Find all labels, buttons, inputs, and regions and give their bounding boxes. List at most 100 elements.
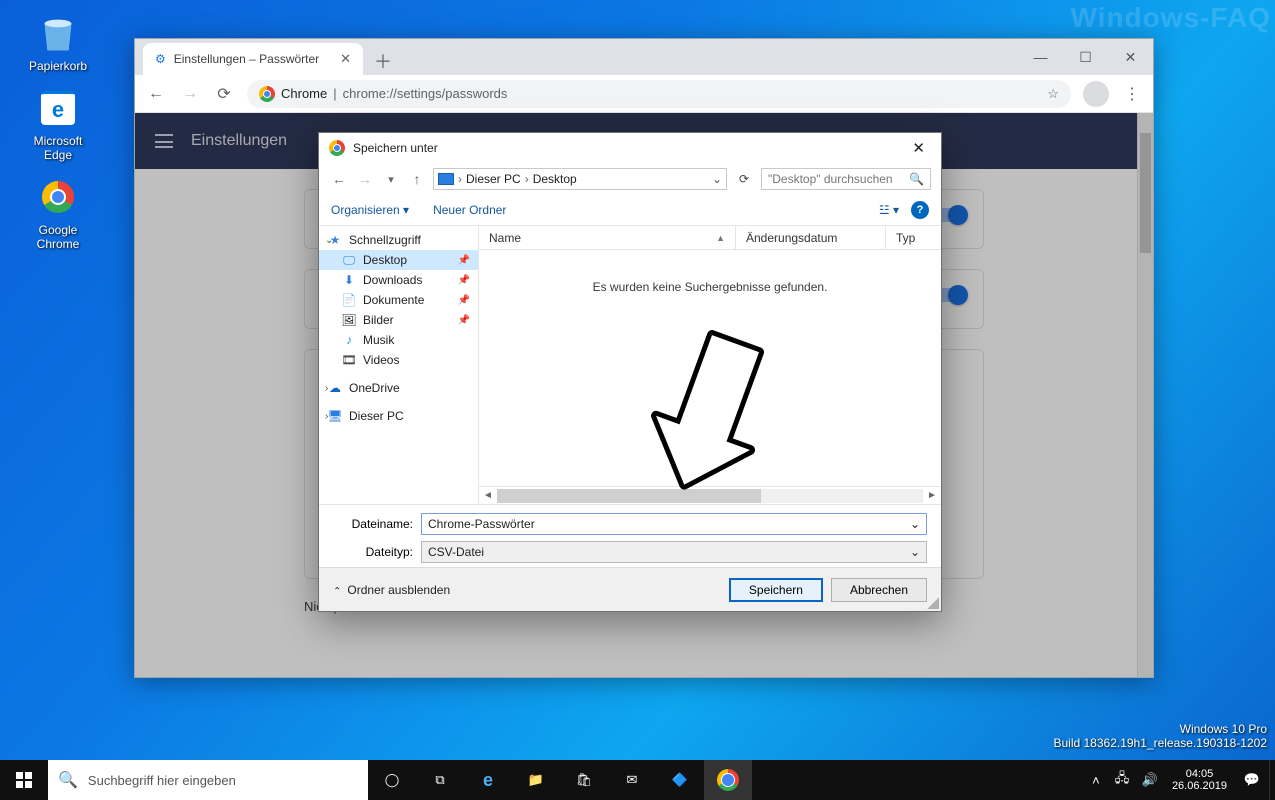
scroll-right-icon[interactable]: ►	[923, 490, 941, 501]
tray-overflow-button[interactable]: ˄	[1084, 760, 1108, 800]
taskbar-app-generic[interactable]: 🔷	[656, 760, 704, 800]
tree-thispc[interactable]: ›🖥Dieser PC	[319, 406, 478, 426]
tree-pictures[interactable]: 🖼Bilder📌	[319, 310, 478, 330]
chevron-down-icon[interactable]: ⌄	[910, 517, 920, 531]
taskbar-app-mail[interactable]: ✉	[608, 760, 656, 800]
new-tab-button[interactable]: ＋	[369, 47, 397, 75]
dialog-close-button[interactable]: ✕	[906, 139, 931, 157]
gear-icon: ⚙	[155, 52, 166, 66]
tree-quick-access[interactable]: ⌄★Schnellzugriff	[319, 230, 478, 250]
tree-documents[interactable]: 📄Dokumente📌	[319, 290, 478, 310]
column-headers[interactable]: Name▲ Änderungsdatum Typ	[479, 226, 941, 250]
tab-title: Einstellungen – Passwörter	[174, 52, 319, 66]
start-button[interactable]	[0, 760, 48, 800]
filename-input[interactable]: Chrome-Passwörter⌄	[421, 513, 927, 535]
pin-icon: 📌	[458, 315, 470, 326]
minimize-button[interactable]: —	[1018, 39, 1063, 75]
tray-volume-icon[interactable]: 🔊	[1136, 760, 1164, 800]
edge-icon: e	[35, 85, 81, 131]
resize-grip[interactable]	[927, 597, 939, 609]
video-icon: 🎞	[341, 353, 357, 367]
dialog-search-input[interactable]: "Desktop" durchsuchen 🔍	[761, 168, 931, 190]
taskview-button[interactable]: ⧉	[416, 760, 464, 800]
nav-back-button[interactable]: ←	[145, 85, 167, 103]
taskbar-app-edge[interactable]: e	[464, 760, 512, 800]
profile-avatar[interactable]	[1083, 81, 1109, 107]
pin-icon: 📌	[458, 275, 470, 286]
filename-label: Dateiname:	[333, 517, 413, 531]
taskbar-search[interactable]: 🔍 Suchbegriff hier eingeben	[48, 760, 368, 800]
show-desktop-button[interactable]	[1269, 760, 1275, 800]
pin-icon: 📌	[458, 255, 470, 266]
nav-recent-button[interactable]: ▾	[381, 173, 401, 186]
tree-music[interactable]: ♪Musik	[319, 330, 478, 350]
desktop-icon-chrome[interactable]: Google Chrome	[18, 174, 98, 251]
col-name[interactable]: Name▲	[479, 226, 736, 249]
icon-label: Microsoft Edge	[18, 134, 98, 162]
view-options-button[interactable]: ☳ ▾	[879, 203, 899, 217]
star-icon[interactable]: ☆	[1047, 86, 1059, 102]
nav-forward-button[interactable]: →	[179, 85, 201, 103]
omnibox[interactable]: Chrome | chrome://settings/passwords ☆	[247, 80, 1071, 108]
icon-label: Google Chrome	[18, 223, 98, 251]
taskbar-app-explorer[interactable]: 📁	[512, 760, 560, 800]
tree-videos[interactable]: 🎞Videos	[319, 350, 478, 370]
search-placeholder: "Desktop" durchsuchen	[768, 172, 893, 186]
new-folder-button[interactable]: Neuer Ordner	[433, 203, 506, 217]
chevron-down-icon[interactable]: ⌄	[712, 172, 722, 186]
tray-clock[interactable]: 04:05 26.06.2019	[1164, 768, 1235, 792]
cloud-icon: ☁	[327, 381, 343, 395]
watermark-faq: Windows-FAQ	[1070, 2, 1271, 34]
clock-date: 26.06.2019	[1172, 780, 1227, 792]
taskbar-app-chrome[interactable]	[704, 760, 752, 800]
icon-label: Papierkorb	[18, 59, 98, 73]
save-fields: Dateiname: Chrome-Passwörter⌄ Dateityp: …	[319, 505, 941, 567]
col-date[interactable]: Änderungsdatum	[736, 226, 886, 249]
tree-onedrive[interactable]: ›☁OneDrive	[319, 378, 478, 398]
nav-reload-button[interactable]: ⟳	[213, 84, 235, 104]
desktop-icon-edge[interactable]: e Microsoft Edge	[18, 85, 98, 162]
nav-tree: ⌄★Schnellzugriff 🖵Desktop📌 ⬇Downloads📌 📄…	[319, 226, 479, 504]
watermark-build-line: Build 18362.19h1_release.190318-1202	[1053, 736, 1267, 750]
action-center-button[interactable]: 💬	[1235, 760, 1269, 800]
filetype-select[interactable]: CSV-Datei⌄	[421, 541, 927, 563]
organize-menu[interactable]: Organisieren ▾	[331, 203, 409, 217]
omnibox-label: Chrome	[281, 86, 327, 101]
cortana-button[interactable]: ◯	[368, 760, 416, 800]
nav-up-button[interactable]: ↑	[407, 171, 427, 187]
search-placeholder: Suchbegriff hier eingeben	[88, 773, 236, 788]
scroll-left-icon[interactable]: ◄	[479, 490, 497, 501]
tree-desktop[interactable]: 🖵Desktop📌	[319, 250, 478, 270]
chrome-tab-settings[interactable]: ⚙ Einstellungen – Passwörter ✕	[143, 43, 363, 75]
window-controls: — ☐ ✕	[1018, 39, 1153, 75]
watermark-edition: Windows 10 Pro	[1053, 722, 1267, 736]
breadcrumb-segment[interactable]: Dieser PC	[466, 172, 521, 186]
dialog-main: ⌄★Schnellzugriff 🖵Desktop📌 ⬇Downloads📌 📄…	[319, 225, 941, 505]
dialog-nav: ← → ▾ ↑ › Dieser PC › Desktop ⌄ ⟳ "Deskt…	[319, 163, 941, 195]
cancel-button[interactable]: Abbrechen	[831, 578, 927, 602]
close-tab-icon[interactable]: ✕	[340, 51, 351, 67]
desktop-icon-recycle-bin[interactable]: Papierkorb	[18, 10, 98, 73]
taskbar: 🔍 Suchbegriff hier eingeben ◯ ⧉ e 📁 🛍 ✉ …	[0, 760, 1275, 800]
chrome-menu-button[interactable]: ⋮	[1121, 84, 1143, 104]
breadcrumb[interactable]: › Dieser PC › Desktop ⌄	[433, 168, 727, 190]
refresh-button[interactable]: ⟳	[733, 172, 755, 186]
taskbar-app-store[interactable]: 🛍	[560, 760, 608, 800]
tray-network-icon[interactable]: 🖧	[1108, 760, 1136, 800]
col-type[interactable]: Typ	[886, 226, 941, 249]
chevron-up-icon: ⌄	[333, 584, 341, 595]
watermark-build: Windows 10 Pro Build 18362.19h1_release.…	[1053, 722, 1267, 750]
maximize-button[interactable]: ☐	[1063, 39, 1108, 75]
chevron-down-icon[interactable]: ⌄	[910, 545, 920, 559]
horizontal-scrollbar[interactable]: ◄ ►	[479, 486, 941, 504]
nav-back-button[interactable]: ←	[329, 171, 349, 187]
search-icon: 🔍	[909, 172, 924, 186]
save-button[interactable]: Speichern	[729, 578, 823, 602]
help-icon[interactable]: ?	[911, 201, 929, 219]
close-window-button[interactable]: ✕	[1108, 39, 1153, 75]
breadcrumb-segment[interactable]: Desktop	[533, 172, 577, 186]
hide-folders-toggle[interactable]: ⌄Ordner ausblenden	[333, 583, 450, 597]
nav-forward-button[interactable]: →	[355, 171, 375, 187]
download-icon: ⬇	[341, 273, 357, 287]
tree-downloads[interactable]: ⬇Downloads📌	[319, 270, 478, 290]
